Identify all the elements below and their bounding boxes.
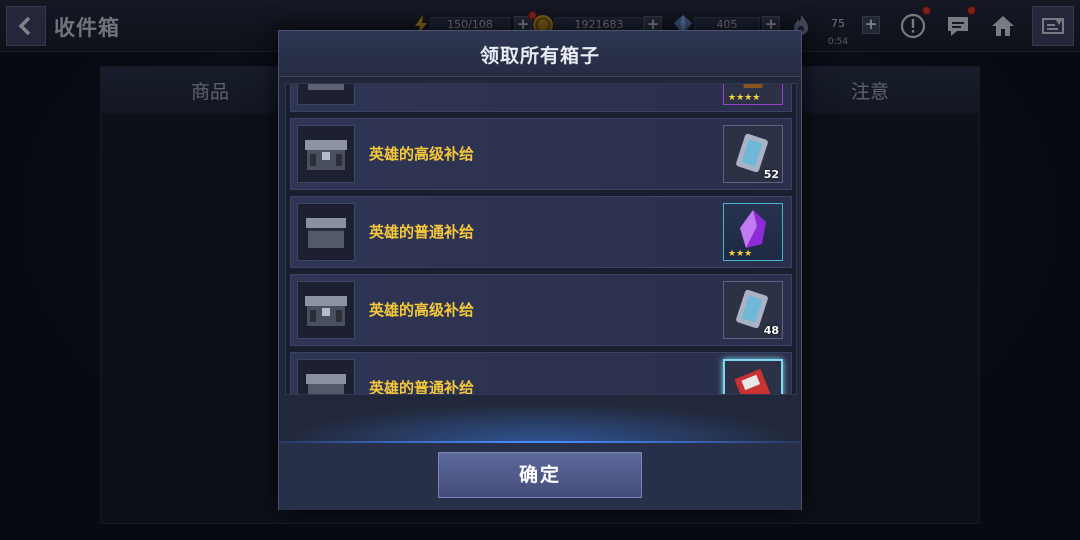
list-item: 英雄的高级补给 52 xyxy=(290,118,792,190)
claim-all-dialog: 领取所有箱子 ★★★★ 英雄的高级补给 52 英雄的普通补给 ★★★ 英雄的高级… xyxy=(278,30,802,510)
item-name: 英雄的高级补给 xyxy=(369,301,475,319)
card-icon xyxy=(734,368,772,394)
list-item: 英雄的高级补给 48 xyxy=(290,274,792,346)
star-rating: ★★★★ xyxy=(728,93,761,103)
screen: 收件箱 150/108 + 1921683 + 405 + 75 0:54 + xyxy=(0,0,1080,540)
item-quantity: 52 xyxy=(763,168,779,181)
dialog-footer: 确定 xyxy=(279,443,801,510)
dialog-header: 领取所有箱子 xyxy=(279,31,801,77)
reward-icon: ★★★ xyxy=(723,203,783,261)
supply-box-icon xyxy=(297,359,355,394)
item-name: 英雄的普通补给 xyxy=(369,223,475,241)
reward-icon: 48 xyxy=(723,281,783,339)
premium-supply-box-icon xyxy=(297,281,355,339)
supply-box-icon xyxy=(297,84,355,105)
reward-icon: 52 xyxy=(723,125,783,183)
item-name: 英雄的高级补给 xyxy=(369,145,475,163)
list-item: 英雄的普通补给 xyxy=(290,352,792,395)
list-item: 英雄的普通补给 ★★★ xyxy=(290,196,792,268)
item-quantity: 48 xyxy=(763,324,779,337)
list-item: ★★★★ xyxy=(290,84,792,112)
reward-icon: ★★★★ xyxy=(723,84,783,105)
supply-box-icon xyxy=(297,203,355,261)
premium-supply-box-icon xyxy=(297,125,355,183)
glow-effect xyxy=(279,403,801,443)
item-name: 英雄的普通补给 xyxy=(369,379,475,395)
reward-list[interactable]: ★★★★ 英雄的高级补给 52 英雄的普通补给 ★★★ 英雄的高级补给 48 英… xyxy=(285,83,797,395)
reward-icon xyxy=(723,359,783,394)
star-rating: ★★★ xyxy=(728,249,753,259)
dialog-title: 领取所有箱子 xyxy=(479,45,600,67)
confirm-button[interactable]: 确定 xyxy=(438,452,642,498)
